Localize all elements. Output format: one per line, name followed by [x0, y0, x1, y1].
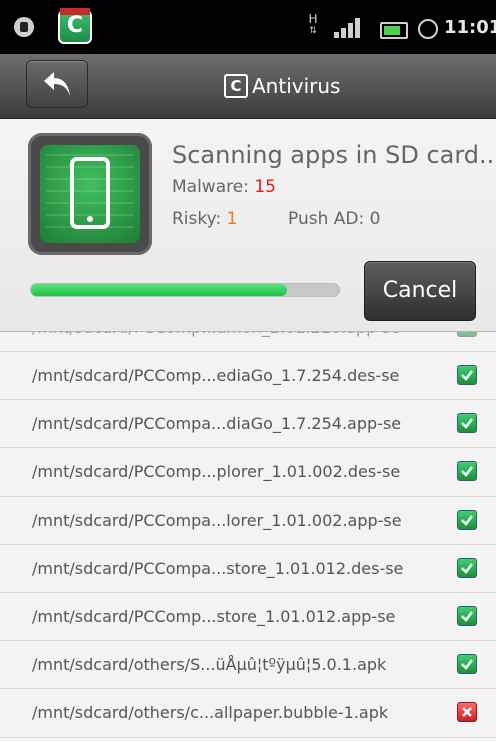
back-arrow-icon [44, 72, 70, 96]
comodo-app-icon [58, 10, 92, 44]
hspa-network-icon: H ⇅ [308, 12, 318, 36]
header-title-group: C Antivirus [224, 72, 340, 100]
safe-check-icon [457, 332, 477, 337]
safe-check-icon [457, 557, 477, 578]
safe-check-icon [457, 654, 477, 675]
safe-check-icon [457, 461, 477, 482]
file-path: /mnt/sdcard/others/c...allpaper.bubble-1… [32, 703, 389, 723]
cancel-button[interactable]: Cancel [364, 261, 476, 321]
malware-count: 15 [254, 177, 276, 197]
file-row[interactable]: /mnt/sdcard/PCCompa...lorer_1.01.002.app… [0, 497, 496, 545]
app-badge-icon [60, 8, 90, 15]
safe-check-icon [457, 365, 477, 385]
scan-progress-bar [30, 283, 340, 297]
phone-scan-icon [28, 133, 152, 255]
risky-label: Risky: [172, 209, 227, 229]
page-title: Antivirus [252, 74, 341, 98]
scanned-file-list[interactable]: /mnt/sdcard/PCComp...amon_2.01.210.app-s… [0, 331, 496, 741]
file-row[interactable]: /mnt/sdcard/PCComp...store_1.01.012.app-… [0, 593, 496, 642]
status-time: 11:01 [444, 17, 496, 38]
file-row[interactable]: /mnt/sdcard/others/S...üÅµû¦tºÿµû¦5.0.1.… [0, 641, 496, 690]
network-label: H [308, 12, 318, 26]
file-path: /mnt/sdcard/PCComp...ediaGo_1.7.254.des-… [32, 366, 400, 385]
safe-check-icon [457, 509, 477, 530]
file-row[interactable]: /mnt/sdcard/PCComp...ediaGo_1.7.254.des-… [0, 352, 496, 401]
status-bar: H⇅ 11:01 [0, 0, 496, 54]
file-path: /mnt/sdcard/others/S...üÅµû¦tºÿµû¦5.0.1.… [32, 655, 387, 675]
malware-summary: Malware: 15 [172, 177, 276, 197]
file-row[interactable]: /mnt/sdcard/PCCompa...diaGo_1.7.254.app-… [0, 400, 496, 449]
file-path: /mnt/sdcard/PCComp...store_1.01.012.app-… [32, 606, 396, 626]
file-path: /mnt/sdcard/PCCompa...lorer_1.01.002.app… [32, 510, 402, 530]
file-path: /mnt/sdcard/PCComp...amon_2.01.210.app-s… [32, 332, 400, 351]
battery-icon [380, 22, 408, 39]
safe-check-icon [457, 413, 477, 434]
file-row[interactable]: /mnt/sdcard/PCComp...amon_2.01.210.app-s… [0, 332, 496, 352]
file-path: /mnt/sdcard/PCCompa...store_1.01.012.des… [32, 558, 404, 578]
file-path: /mnt/sdcard/PCComp...plorer_1.01.002.des… [32, 462, 401, 482]
push-ad-summary: Push AD: 0 [288, 209, 381, 229]
safe-check-icon [457, 605, 477, 626]
threat-x-icon [457, 702, 477, 723]
risky-count: 1 [226, 209, 238, 229]
scan-progress-fill [31, 284, 287, 296]
alarm-icon [418, 19, 438, 39]
file-row[interactable]: /mnt/sdcard/PCCompa...store_1.01.012.des… [0, 545, 496, 593]
android-system-icon [14, 17, 34, 37]
file-row[interactable]: /mnt/sdcard/PCComp...plorer_1.01.002.des… [0, 448, 496, 497]
scan-panel: Scanning apps in SD card... Malware: 15 … [0, 119, 496, 331]
scan-status-title: Scanning apps in SD card... [172, 141, 496, 169]
file-path: /mnt/sdcard/PCCompa...diaGo_1.7.254.app-… [32, 414, 402, 434]
signal-icon [334, 18, 362, 38]
back-button[interactable] [26, 60, 88, 108]
file-row[interactable]: /mnt/sdcard/others/c...allpaper.bubble-1… [0, 689, 496, 738]
risky-summary: Risky: 1 [172, 209, 237, 229]
malware-label: Malware: [172, 177, 255, 197]
comodo-logo-icon: C [224, 74, 248, 98]
app-header: C Antivirus [0, 54, 496, 119]
